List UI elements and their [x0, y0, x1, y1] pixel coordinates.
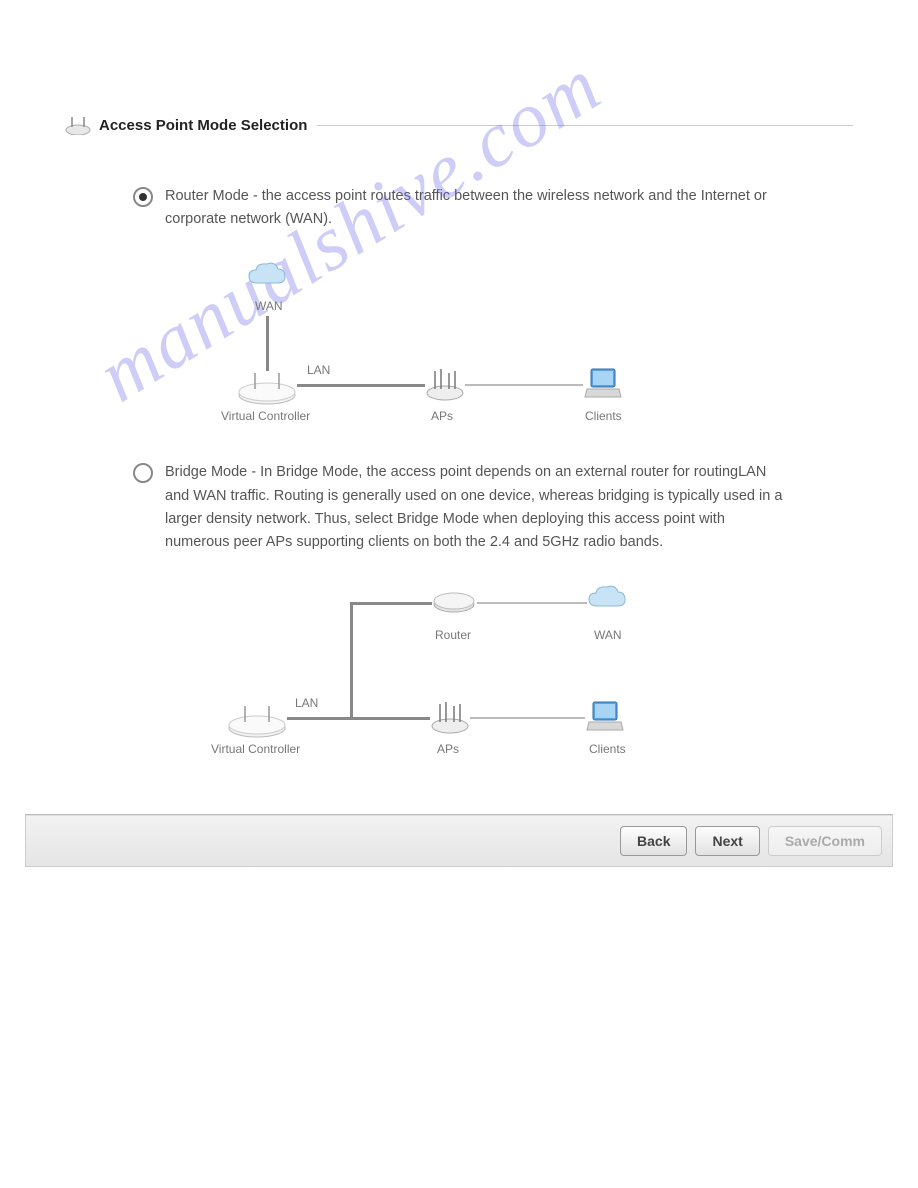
header-divider	[317, 125, 853, 126]
wizard-button-bar: Back Next Save/Comm	[25, 815, 893, 867]
line-vc-junction	[287, 717, 350, 720]
option-bridge-mode[interactable]: Bridge Mode - In Bridge Mode, the access…	[133, 461, 853, 554]
radio-bridge-mode[interactable]	[133, 463, 153, 483]
line-vertical-junction	[350, 602, 353, 720]
virtual-controller-label: Virtual Controller	[221, 409, 310, 423]
lan-label: LAN	[307, 363, 330, 377]
save-commit-button: Save/Comm	[768, 826, 882, 856]
wan-cloud-icon	[587, 584, 627, 619]
radio-router-mode[interactable]	[133, 187, 153, 207]
aps-icon	[425, 367, 465, 406]
option-bridge-text: Bridge Mode - In Bridge Mode, the access…	[165, 461, 785, 554]
option-router-text: Router Mode - the access point routes tr…	[165, 185, 785, 231]
router-label: Router	[435, 628, 471, 642]
line-lan	[297, 384, 425, 387]
line-router-wan	[477, 602, 587, 604]
section-header: Access Point Mode Selection	[65, 115, 853, 135]
clients-label: Clients	[585, 409, 622, 423]
virtual-controller-icon	[227, 702, 287, 743]
virtual-controller-label: Virtual Controller	[211, 742, 300, 756]
wan-label: WAN	[255, 299, 283, 313]
clients-label: Clients	[589, 742, 626, 756]
section-title: Access Point Mode Selection	[99, 117, 307, 134]
aps-label: APs	[431, 409, 453, 423]
access-point-icon	[65, 115, 91, 135]
line-wan-vc	[266, 316, 269, 371]
wan-cloud-icon	[247, 261, 287, 296]
clients-icon	[583, 365, 623, 406]
router-mode-diagram: WAN Virtual Controller LAN APs Clients	[165, 261, 645, 431]
back-button[interactable]: Back	[620, 826, 687, 856]
option-router-mode[interactable]: Router Mode - the access point routes tr…	[133, 185, 853, 231]
line-aps-clients	[470, 717, 585, 719]
wan-label: WAN	[594, 628, 622, 642]
router-icon	[432, 590, 476, 619]
clients-icon	[585, 698, 625, 739]
next-button[interactable]: Next	[695, 826, 759, 856]
line-to-aps	[350, 717, 430, 720]
line-aps-clients	[465, 384, 583, 386]
bridge-mode-diagram: Virtual Controller LAN Router WAN APs Cl…	[165, 584, 645, 784]
aps-label: APs	[437, 742, 459, 756]
aps-icon	[430, 700, 470, 739]
line-to-router	[350, 602, 432, 605]
lan-label: LAN	[295, 696, 318, 710]
virtual-controller-icon	[237, 369, 297, 410]
